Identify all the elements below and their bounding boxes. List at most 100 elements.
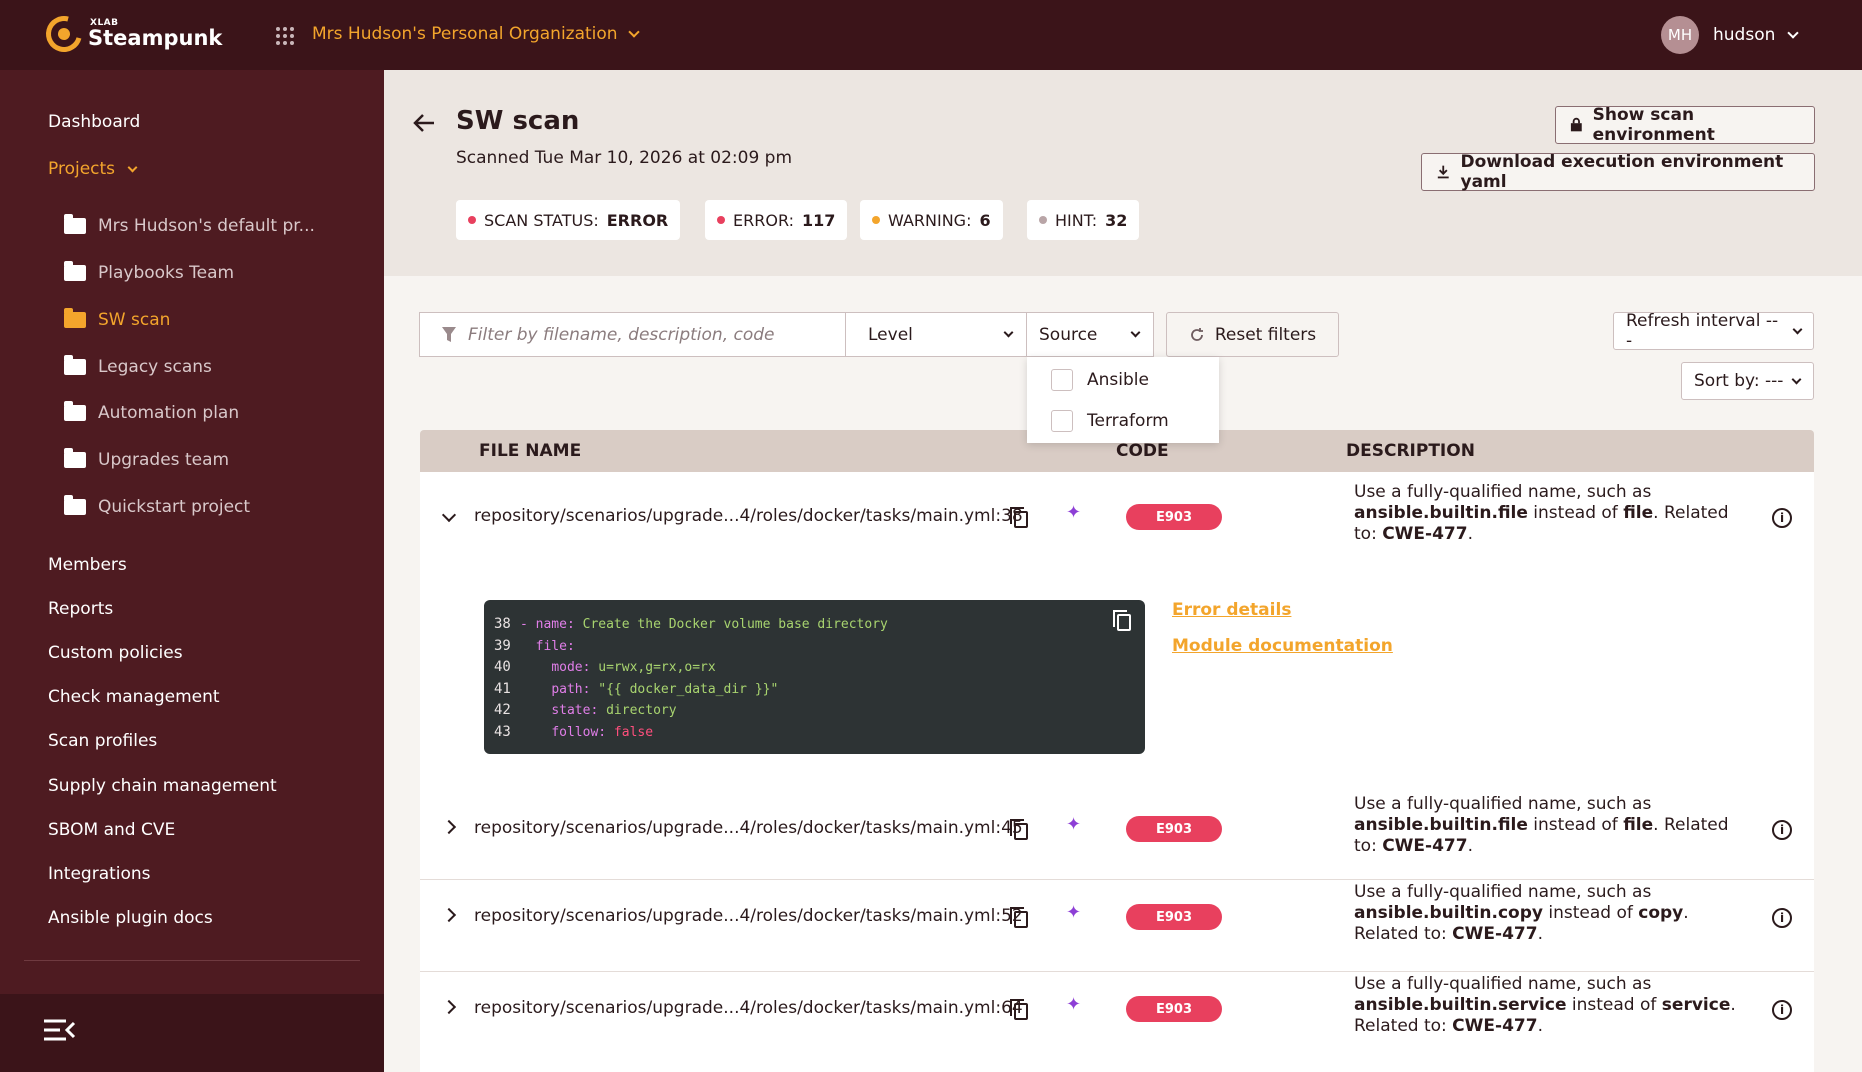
sidebar-item-check-management[interactable]: Check management (48, 687, 220, 707)
sidebar-item-integrations[interactable]: Integrations (48, 864, 151, 884)
refresh-interval-select[interactable]: Refresh interval --- (1613, 311, 1814, 351)
stat-label: WARNING: (888, 210, 972, 230)
table-row[interactable]: repository/scenarios/upgrade...4/roles/d… (420, 792, 1814, 884)
copy-code-icon[interactable] (1113, 610, 1131, 631)
source-select[interactable]: Source (1027, 312, 1154, 357)
sidebar-item-label: Projects (48, 159, 116, 179)
column-header-file-name[interactable]: FILE NAME (479, 441, 581, 461)
module-documentation-link[interactable]: Module documentation (1172, 636, 1393, 656)
download-yaml-button[interactable]: Download execution environment yaml (1421, 152, 1815, 192)
sidebar-item-dashboard[interactable]: Dashboard (48, 112, 140, 132)
expand-row-icon[interactable] (441, 907, 457, 923)
file-name: repository/scenarios/upgrade...4/roles/d… (474, 818, 1023, 838)
steampunk-logo[interactable]: XLAB Steampunk (39, 9, 222, 59)
description-text: instead of (1566, 995, 1662, 1015)
line-number: 41 (494, 680, 511, 697)
description-text: Use a fully-qualified name, such as (1354, 482, 1652, 502)
expand-row-icon[interactable] (441, 819, 457, 835)
funnel-icon (442, 326, 456, 342)
sidebar-project-item-active[interactable]: SW scan (64, 308, 170, 330)
status-dot-icon (1039, 216, 1047, 224)
sidebar-item-supply-chain[interactable]: Supply chain management (48, 776, 277, 796)
code-line: 43 follow: false (494, 722, 1135, 744)
sidebar-project-label: Automation plan (98, 403, 240, 423)
show-scan-environment-button[interactable]: Show scan environment (1555, 105, 1815, 145)
file-name: repository/scenarios/upgrade...4/roles/d… (474, 998, 1023, 1018)
sidebar-project-item[interactable]: Mrs Hudson's default pr... (64, 214, 315, 236)
table-row[interactable]: repository/scenarios/upgrade...4/roles/d… (420, 472, 1814, 792)
info-icon[interactable]: i (1772, 820, 1792, 840)
sidebar-project-item[interactable]: Automation plan (64, 401, 240, 423)
info-icon[interactable]: i (1772, 908, 1792, 928)
description-module: service (1661, 995, 1731, 1015)
copy-icon[interactable] (1010, 819, 1028, 840)
ai-sparkle-icon[interactable]: ✦ (1066, 902, 1081, 923)
refresh-interval-label: Refresh interval --- (1626, 311, 1779, 351)
ansible-checkbox[interactable] (1051, 369, 1073, 391)
sidebar-item-custom-policies[interactable]: Custom policies (48, 643, 183, 663)
info-icon[interactable]: i (1772, 508, 1792, 528)
chevron-down-icon (1787, 27, 1800, 39)
code-key: path: (551, 681, 591, 697)
sidebar-project-item[interactable]: Legacy scans (64, 355, 212, 377)
terraform-checkbox[interactable] (1051, 410, 1073, 432)
reset-filters-label: Reset filters (1214, 324, 1317, 345)
sidebar-item-reports[interactable]: Reports (48, 599, 113, 619)
collapse-row-icon[interactable] (441, 507, 457, 523)
copy-icon[interactable] (1010, 907, 1028, 928)
collapse-sidebar-icon[interactable] (44, 1018, 76, 1042)
error-details-link[interactable]: Error details (1172, 600, 1291, 620)
table-row[interactable]: repository/scenarios/upgrade...4/roles/d… (420, 972, 1814, 1064)
expand-row-icon[interactable] (441, 999, 457, 1015)
info-icon[interactable]: i (1772, 1000, 1792, 1020)
stat-value: 6 (979, 210, 991, 230)
code-line: 38 - name: Create the Docker volume base … (494, 614, 1135, 636)
sidebar-item-projects[interactable]: Projects (48, 159, 138, 179)
ai-sparkle-icon[interactable]: ✦ (1066, 814, 1081, 835)
code-value: Create the Docker volume base directory (574, 617, 888, 632)
apps-grid-icon[interactable] (276, 27, 294, 45)
code-badge: E903 (1126, 816, 1222, 842)
sidebar-project-item[interactable]: Playbooks Team (64, 261, 234, 283)
top-bar: XLAB Steampunk Mrs Hudson's Personal Org… (0, 0, 1862, 70)
description-cwe: CWE-477 (1382, 524, 1468, 544)
ai-sparkle-icon[interactable]: ✦ (1066, 502, 1081, 523)
code-badge: E903 (1126, 504, 1222, 530)
description-fqcn: ansible.builtin.copy (1354, 903, 1543, 923)
code-line: 40 mode: u=rwx,g=rx,o=rx (494, 657, 1135, 679)
level-select[interactable]: Level (846, 312, 1027, 357)
back-arrow-icon[interactable] (412, 110, 436, 140)
sidebar-item-ansible-plugin-docs[interactable]: Ansible plugin docs (48, 908, 213, 928)
sort-by-select[interactable]: Sort by: --- (1681, 362, 1814, 400)
column-header-code[interactable]: CODE (1116, 441, 1169, 461)
source-option-label: Terraform (1087, 411, 1169, 431)
sidebar-item-sbom-cve[interactable]: SBOM and CVE (48, 820, 175, 840)
sidebar-item-scan-profiles[interactable]: Scan profiles (48, 731, 157, 751)
chevron-down-icon (1792, 324, 1803, 334)
organization-switcher[interactable]: Mrs Hudson's Personal Organization (312, 24, 640, 44)
description-text: instead of (1527, 503, 1624, 523)
filter-input[interactable]: Filter by filename, description, code (419, 312, 846, 357)
sidebar-project-item[interactable]: Upgrades team (64, 448, 229, 470)
copy-icon[interactable] (1010, 999, 1028, 1020)
stat-value: 117 (801, 210, 836, 230)
copy-icon[interactable] (1010, 507, 1028, 528)
lock-icon (1570, 117, 1582, 132)
level-select-label: Level (868, 324, 913, 345)
table-row[interactable]: repository/scenarios/upgrade...4/roles/d… (420, 880, 1814, 972)
source-select-label: Source (1039, 324, 1098, 345)
sidebar-project-item[interactable]: Quickstart project (64, 495, 250, 517)
reset-filters-button[interactable]: Reset filters (1166, 312, 1339, 357)
ai-sparkle-icon[interactable]: ✦ (1066, 994, 1081, 1015)
user-menu[interactable]: MH hudson (1661, 16, 1800, 54)
source-option-terraform[interactable]: Terraform (1051, 410, 1169, 432)
description-text: instead of (1527, 815, 1624, 835)
sidebar-footer (0, 994, 384, 1072)
source-option-ansible[interactable]: Ansible (1051, 369, 1149, 391)
stat-error: ERROR: 117 (705, 200, 848, 240)
status-dot-icon (872, 216, 880, 224)
sidebar-item-members[interactable]: Members (48, 555, 127, 575)
line-number: 43 (494, 723, 511, 740)
